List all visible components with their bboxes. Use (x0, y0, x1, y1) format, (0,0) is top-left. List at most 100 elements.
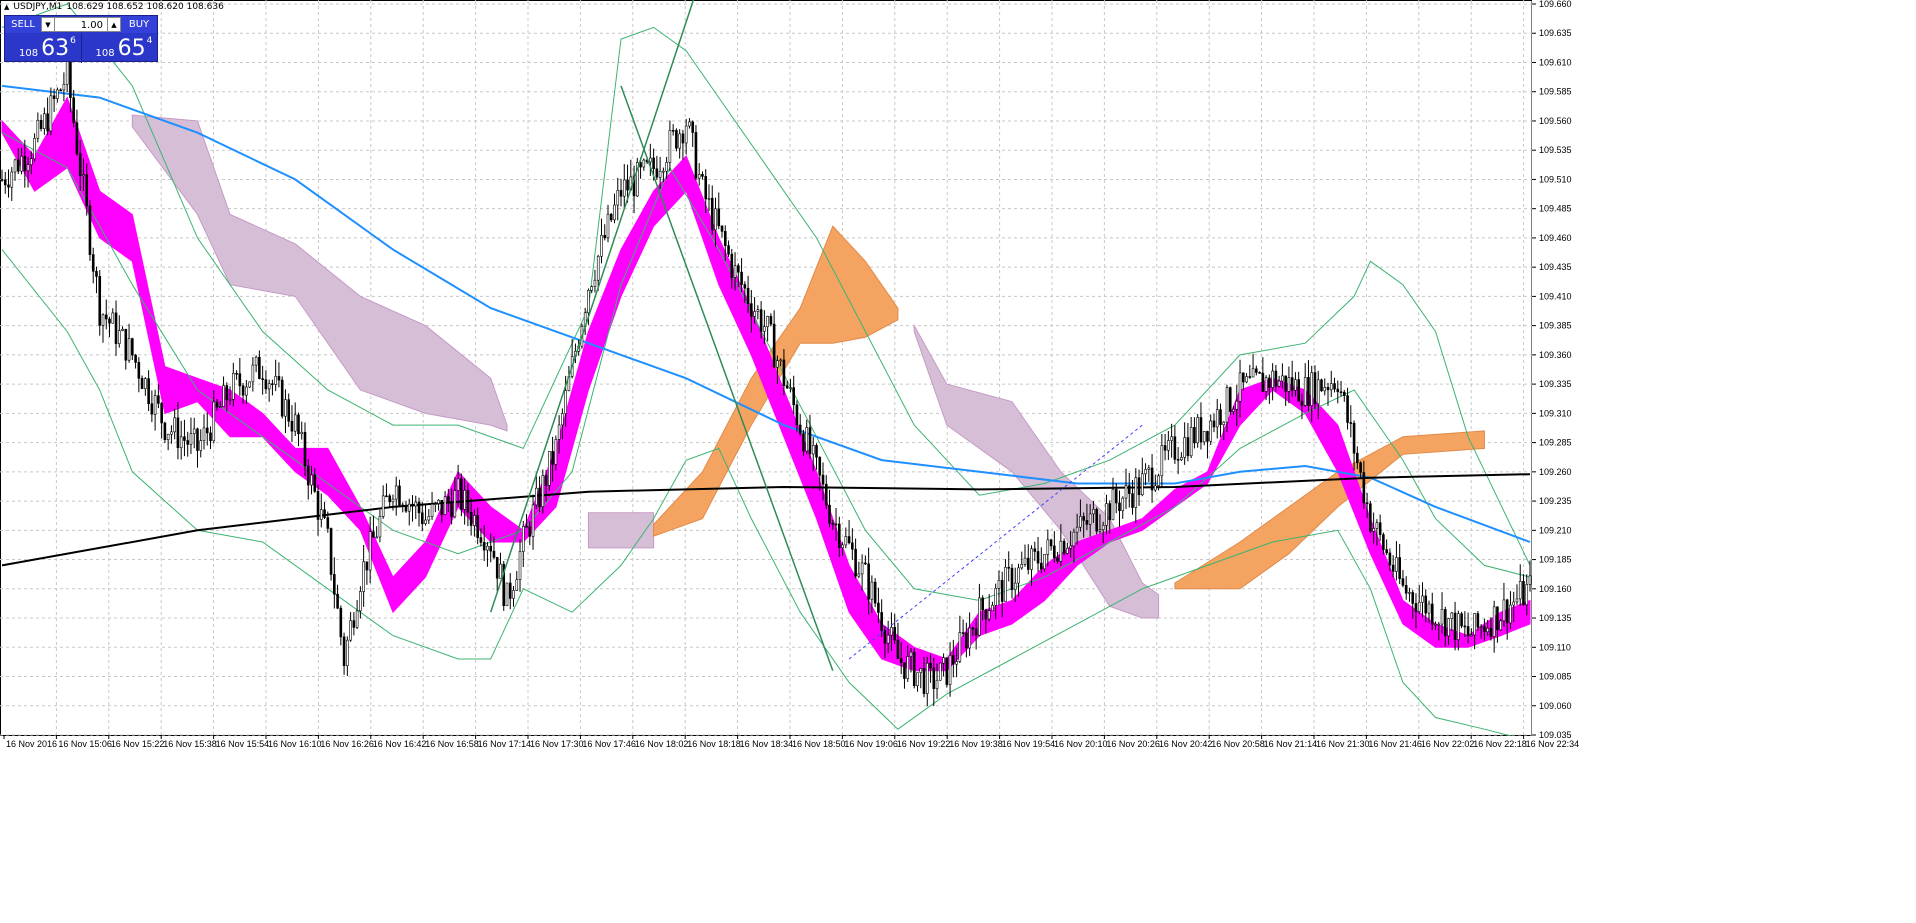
candle-body (1297, 379, 1300, 402)
kumo-bear-segment (587, 512, 655, 549)
time-tick-label: 16 Nov 18:34 (740, 739, 794, 749)
candle-body (697, 174, 701, 179)
candle-body (948, 655, 952, 685)
candle-body (1033, 548, 1037, 552)
candle-body (473, 515, 476, 526)
candle-body (1251, 368, 1255, 378)
candle-body (1434, 623, 1437, 626)
candle-body (342, 636, 346, 666)
candle-body (834, 523, 838, 526)
candle-body (1437, 623, 1441, 626)
sell-button[interactable]: SELL (5, 16, 41, 33)
candle-body (176, 417, 180, 449)
candle-body (391, 498, 395, 503)
candle-body (841, 544, 844, 548)
candle-body (1496, 606, 1499, 631)
candle-body (117, 330, 121, 344)
candle-body (1391, 564, 1395, 572)
candle-body (776, 360, 779, 368)
candle-body (1307, 377, 1310, 406)
candle-body (62, 83, 66, 91)
lot-size-field[interactable]: 1.00 (55, 17, 107, 32)
sell-price[interactable]: 108 63 6 (5, 33, 81, 63)
candle-body (968, 627, 971, 649)
candle-body (56, 89, 59, 99)
candle-body (1030, 548, 1033, 570)
candle-body (958, 632, 962, 662)
candle-body (1180, 457, 1183, 461)
candle-body (157, 395, 160, 404)
buy-button[interactable]: BUY (121, 16, 157, 33)
buy-price[interactable]: 108 65 4 (80, 33, 158, 63)
candle-body (381, 495, 385, 517)
candle-body (300, 431, 304, 435)
candle-body (1183, 437, 1186, 458)
candle-body (1111, 489, 1115, 521)
candle-body (222, 385, 225, 407)
candle-body (460, 478, 463, 510)
candle-body (665, 162, 668, 172)
candle-body (26, 164, 30, 171)
price-tick-label: 109.435 (1539, 262, 1572, 272)
candle-body (818, 456, 822, 476)
time-tick-label: 16 Nov 22:18 (1473, 739, 1527, 749)
price-axis[interactable]: 109.660 109.635 109.610 109.585 109.560 109.5… (1532, 0, 1916, 923)
candle-body (1017, 567, 1020, 584)
time-tick-label: 16 Nov 15:54 (216, 739, 270, 749)
candle-body (1346, 395, 1349, 423)
candle-body (701, 174, 704, 177)
candle-body (1215, 409, 1219, 428)
candle-body (359, 591, 362, 612)
candle-body (723, 231, 727, 246)
candle-body (1356, 452, 1359, 464)
candle-body (329, 528, 333, 575)
candle-body (131, 338, 134, 356)
price-tick-label: 109.510 (1539, 174, 1572, 184)
collapse-triangle-icon[interactable]: ▲ (4, 3, 9, 11)
time-tick-label: 16 Nov 21:14 (1264, 739, 1318, 749)
candle-body (1085, 520, 1089, 525)
candle-body (414, 501, 418, 507)
time-tick-label: 16 Nov 16:26 (320, 739, 374, 749)
candle-body (766, 316, 769, 327)
lot-increase-icon[interactable]: ▲ (107, 17, 121, 32)
candle-body (622, 179, 626, 197)
candle-body (385, 495, 388, 498)
candle-body (499, 563, 502, 579)
candle-body (388, 495, 392, 503)
candle-body (424, 519, 427, 524)
candle-body (1079, 516, 1082, 528)
candle-body (1453, 612, 1457, 640)
candle-body (1134, 477, 1138, 508)
time-axis[interactable]: 16 Nov 2016 16 Nov 15:0616 Nov 15:2216 No… (0, 735, 1579, 923)
candle-body (111, 312, 115, 324)
candle-body (192, 428, 196, 434)
candle-body (293, 414, 297, 432)
candle-body (98, 276, 102, 326)
candle-body (1522, 581, 1525, 606)
price-tick-label: 109.335 (1539, 379, 1572, 389)
candle-body (961, 632, 965, 634)
candle-body (137, 362, 141, 379)
lot-decrease-icon[interactable]: ▼ (41, 17, 55, 32)
candle-body (587, 290, 590, 314)
time-tick-label: 16 Nov 15:06 (58, 739, 112, 749)
candle-body (613, 204, 616, 221)
candle-body (596, 255, 600, 281)
candle-body (922, 668, 926, 694)
candle-body (1326, 387, 1330, 391)
price-chart[interactable]: 109.660 109.635 109.610 109.585 109.560 109.5… (0, 0, 1916, 923)
candle-body (463, 490, 466, 510)
candle-body (271, 383, 274, 386)
time-tick-label: 16 Nov 20:26 (1106, 739, 1160, 749)
candle-body (593, 279, 597, 287)
candle-body (346, 639, 349, 666)
candle-body (355, 610, 359, 628)
candle-body (851, 542, 854, 550)
buy-price-big: 65 (117, 36, 146, 61)
price-tick-label: 109.160 (1539, 584, 1572, 594)
candle-body (1323, 387, 1327, 392)
candle-body (434, 503, 437, 505)
candle-body (1378, 522, 1382, 535)
candle-body (1101, 525, 1105, 530)
